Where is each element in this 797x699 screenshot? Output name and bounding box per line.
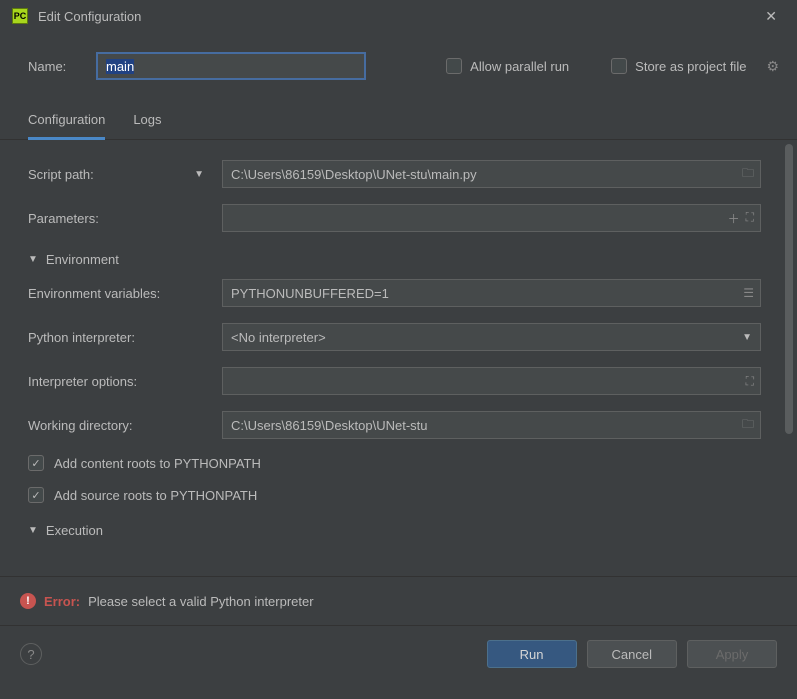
gear-icon[interactable]: ⚙ — [766, 58, 779, 75]
cancel-button[interactable]: Cancel — [587, 640, 677, 668]
expand-icon[interactable]: ⛶ — [746, 374, 754, 389]
interp-options-input[interactable]: ⛶ — [222, 367, 761, 395]
checkbox-icon — [611, 58, 627, 74]
interpreter-label: Python interpreter: — [28, 330, 135, 345]
name-input[interactable] — [96, 52, 366, 80]
add-source-roots-checkbox[interactable]: Add source roots to PYTHONPATH — [28, 479, 781, 511]
env-vars-label: Environment variables: — [28, 286, 160, 301]
vertical-scrollbar[interactable] — [785, 144, 795, 572]
error-icon: ! — [20, 593, 36, 609]
env-vars-input[interactable]: PYTHONUNBUFFERED=1 ☰ — [222, 279, 761, 307]
allow-parallel-run-checkbox[interactable]: Allow parallel run — [446, 58, 569, 74]
plus-icon[interactable]: ＋ — [728, 210, 740, 227]
app-icon: PC — [12, 8, 28, 24]
checkbox-icon — [28, 487, 44, 503]
checkbox-icon — [28, 455, 44, 471]
store-as-project-file-checkbox[interactable]: Store as project file — [611, 58, 746, 74]
tab-logs[interactable]: Logs — [133, 112, 161, 139]
chevron-down-icon: ▼ — [742, 332, 752, 343]
expand-icon[interactable]: ⛶ — [746, 210, 754, 227]
name-label: Name: — [28, 59, 82, 74]
chevron-down-icon: ▼ — [28, 254, 38, 265]
add-content-roots-checkbox[interactable]: Add content roots to PYTHONPATH — [28, 447, 781, 479]
execution-section-toggle[interactable]: ▼ Execution — [28, 511, 781, 542]
close-icon[interactable]: ✕ — [757, 4, 785, 29]
working-dir-input[interactable]: C:\Users\86159\Desktop\UNet-stu 🗀 — [222, 411, 761, 439]
environment-section-toggle[interactable]: ▼ Environment — [28, 240, 781, 271]
parameters-input[interactable]: ＋ ⛶ — [222, 204, 761, 232]
error-message: Please select a valid Python interpreter — [88, 594, 313, 609]
script-path-input[interactable]: C:\Users\86159\Desktop\UNet-stu\main.py … — [222, 160, 761, 188]
parameters-label: Parameters: — [28, 211, 99, 226]
store-project-label: Store as project file — [635, 59, 746, 74]
apply-button[interactable]: Apply — [687, 640, 777, 668]
script-path-label: Script path: — [28, 167, 94, 182]
interp-options-label: Interpreter options: — [28, 374, 137, 389]
document-icon[interactable]: ☰ — [743, 286, 754, 300]
chevron-down-icon: ▼ — [28, 525, 38, 536]
run-button[interactable]: Run — [487, 640, 577, 668]
folder-icon[interactable]: 🗀 — [742, 415, 754, 436]
error-label: Error: — [44, 594, 80, 609]
allow-parallel-label: Allow parallel run — [470, 59, 569, 74]
chevron-down-icon[interactable]: ▼ — [194, 169, 204, 180]
dialog-title: Edit Configuration — [38, 9, 757, 24]
working-dir-label: Working directory: — [28, 418, 133, 433]
help-icon[interactable]: ? — [20, 643, 42, 665]
checkbox-icon — [446, 58, 462, 74]
interpreter-select[interactable]: <No interpreter> ▼ — [222, 323, 761, 351]
scrollbar-thumb[interactable] — [785, 144, 793, 434]
tab-configuration[interactable]: Configuration — [28, 112, 105, 140]
folder-icon[interactable]: 🗀 — [742, 164, 754, 185]
